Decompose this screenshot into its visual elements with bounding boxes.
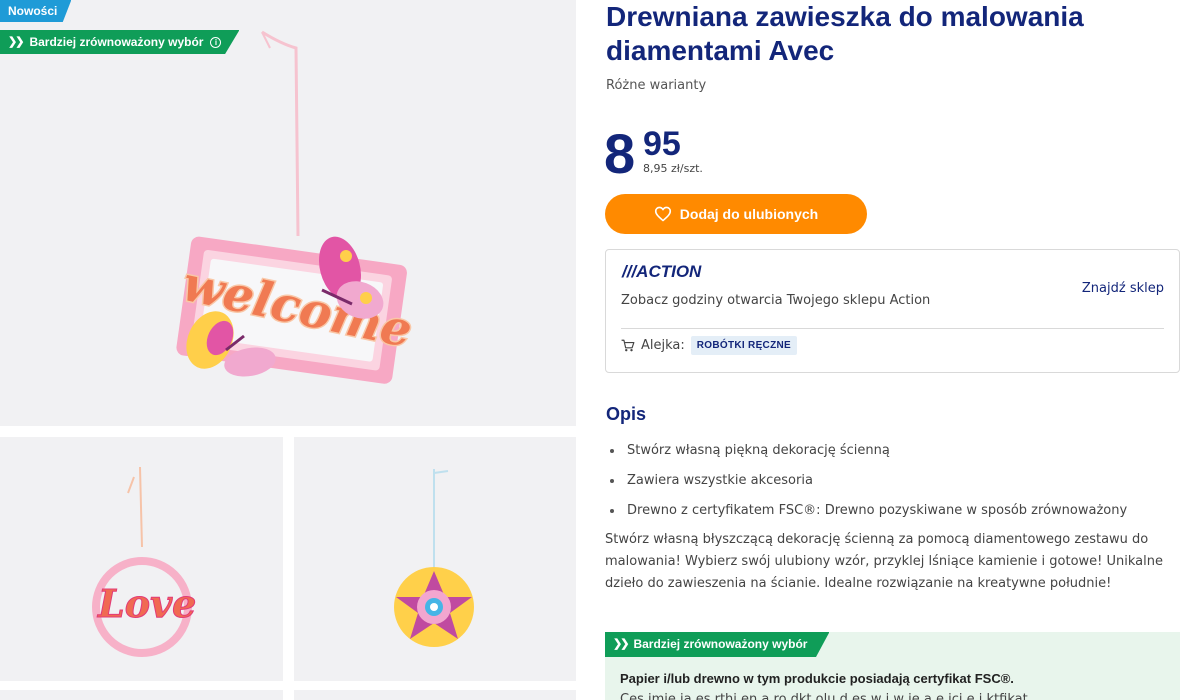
love-sign-image: Love [92,466,197,657]
price-per-unit: 8,95 zł/szt. [643,162,703,175]
sustainability-box: ❯❯ Bardziej zrównoważony wybór Papier i/… [605,632,1180,700]
welcome-sign-image: welcome [176,30,418,384]
description-heading: Opis [606,404,647,424]
sustainability-heading: Papier i/lub drewno w tym produkcie posi… [620,671,1014,686]
sustainability-tag-label: Bardziej zrównoważony wybór [633,637,808,651]
new-badge: Nowości [0,0,72,22]
list-item: Zawiera wszystkie akcesoria [610,466,1127,496]
aisle-label: Alejka: [641,338,685,353]
sustainable-badge[interactable]: ❯❯ Bardziej zrównoważony wybór i [0,30,240,54]
sustainability-tag: ❯❯ Bardziej zrównoważony wybór [605,632,830,657]
mandala-image [394,469,474,647]
store-card: ///ACTION Zobacz godziny otwarcia Twojeg… [605,249,1180,373]
gallery-thumbnail-love[interactable]: Love [0,437,283,681]
sustainability-text: Ces imie ia es rthi en a ro dkt olu d es… [620,692,1028,700]
action-logo-stripes: /// [622,262,637,281]
product-variants: Różne warianty [606,78,707,93]
double-chevron-icon: ❯❯ [8,36,25,48]
description-paragraph: Stwórz własną błyszczącą dekorację ścien… [605,532,1163,591]
price-main: 8 [604,122,635,185]
product-title: Drewniana zawieszka do malowania diament… [606,1,1084,66]
aisle-row: Alejka: ROBÓTKI RĘCZNE [621,336,797,355]
love-text: Love [97,581,196,626]
aisle-tag: ROBÓTKI RĘCZNE [690,336,797,355]
double-chevron-icon: ❯❯ [613,638,630,650]
cart-icon [621,339,635,352]
action-logo-text: ACTION [636,262,702,281]
add-to-favorites-button[interactable]: Dodaj do ulubionych [605,194,867,234]
find-store-link[interactable]: Znajdź sklep [1082,281,1164,296]
heart-icon [654,206,671,222]
action-logo: ///ACTION [622,262,701,282]
gallery-thumbnail-next-1[interactable] [0,690,283,700]
list-item: Stwórz własną piękną dekorację ścienną [610,436,1127,466]
store-hours-text: Zobacz godziny otwarcia Twojego sklepu A… [621,293,931,308]
description-bullets: Stwórz własną piękną dekorację ścienną Z… [610,436,1127,526]
sustainable-badge-label: Bardziej zrównoważony wybór [29,35,204,49]
gallery-thumbnail-mandala[interactable] [294,437,576,681]
list-item: Drewno z certyfikatem FSC®: Drewno pozys… [610,496,1127,526]
gallery-thumbnail-next-2[interactable] [294,690,576,700]
add-to-favorites-label: Dodaj do ulubionych [679,206,819,222]
main-product-image[interactable]: welcome Nowości ❯❯ Bardziej zrównoważony… [0,0,576,426]
info-icon[interactable]: i [210,36,222,48]
store-divider [621,328,1164,329]
price-cents: 95 [643,125,681,163]
